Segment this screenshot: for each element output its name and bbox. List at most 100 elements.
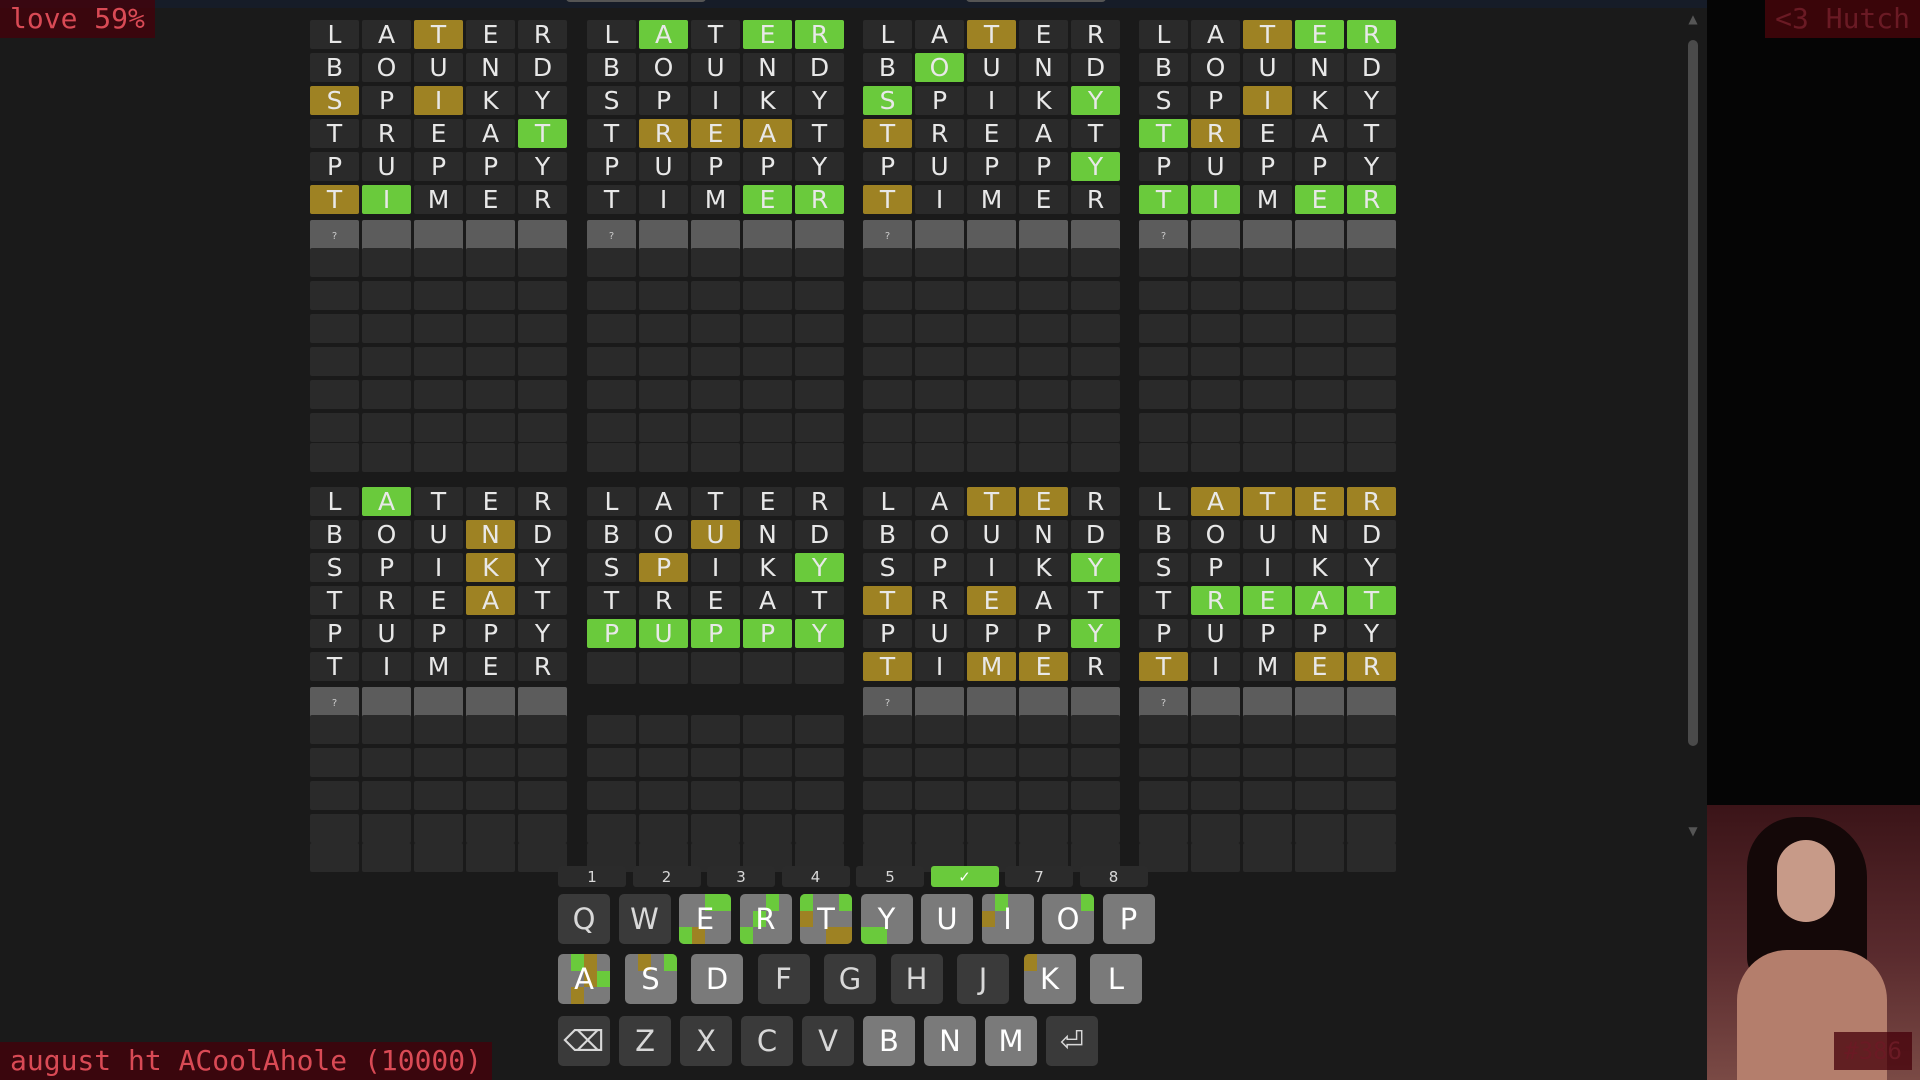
board-5-cell: K: [466, 553, 515, 582]
board-2-empty-cell: [795, 347, 844, 376]
board-2-cell: P: [587, 152, 636, 181]
board-4-empty-cell: [1139, 443, 1188, 472]
key-x[interactable]: X: [680, 1016, 732, 1066]
board-5-cell: I: [414, 553, 463, 582]
board-6-cell: L: [587, 487, 636, 516]
board-2-cell: R: [795, 20, 844, 49]
board-6-cell: S: [587, 553, 636, 582]
board-6-cell: N: [743, 520, 792, 549]
board-7-cell: R: [915, 586, 964, 615]
scroll-up-arrow-icon[interactable]: ▲: [1685, 12, 1701, 30]
board-1-cell: M: [414, 185, 463, 214]
scroll-thumb[interactable]: [1688, 40, 1698, 746]
key-y[interactable]: Y: [860, 894, 913, 944]
board-2-empty-cell: [795, 380, 844, 409]
board-2-cell: E: [743, 20, 792, 49]
board-2-empty-cell: [587, 347, 636, 376]
backspace-key[interactable]: ⌫: [558, 1016, 610, 1066]
key-g[interactable]: G: [824, 954, 876, 1004]
board-5-empty-cell: [414, 748, 463, 777]
board-5-cell: R: [518, 487, 567, 516]
board-tab-5[interactable]: 5: [856, 866, 924, 887]
key-state-segment: [1081, 894, 1094, 911]
key-f[interactable]: F: [757, 954, 810, 1004]
board-2-empty-cell: [795, 413, 844, 442]
board-2-empty-cell: [587, 248, 636, 277]
board-8-cell: U: [1243, 520, 1292, 549]
board-1-cell: A: [362, 20, 411, 49]
board-2-empty-cell: [639, 281, 688, 310]
board-2-empty-cell: [795, 443, 844, 472]
board-4-cell: E: [1295, 20, 1344, 49]
board-5-cell: R: [362, 586, 411, 615]
board-8-cell: R: [1347, 487, 1396, 516]
key-z[interactable]: Z: [619, 1016, 671, 1066]
key-h[interactable]: H: [890, 954, 943, 1004]
key-r[interactable]: R: [739, 894, 792, 944]
key-u[interactable]: U: [921, 894, 973, 944]
scrollbar[interactable]: ▲ ▼: [1685, 12, 1701, 842]
board-tab-2[interactable]: 2: [632, 866, 701, 887]
board-3-empty-cell: [967, 281, 1016, 310]
key-v[interactable]: V: [802, 1016, 854, 1066]
board-1-empty-cell: [518, 281, 567, 310]
board-4-empty-cell: [1347, 380, 1396, 409]
key-a[interactable]: A: [558, 954, 610, 1004]
board-3-empty-cell: [967, 443, 1016, 472]
board-4-empty-cell: [1295, 443, 1344, 472]
board-5-cell: T: [310, 586, 359, 615]
board-1-empty-cell: [466, 413, 515, 442]
board-5-cell: P: [310, 619, 359, 648]
board-tab-1[interactable]: 1: [558, 866, 626, 887]
key-e[interactable]: E: [679, 894, 731, 944]
board-3-cell: P: [915, 86, 964, 115]
key-k[interactable]: K: [1023, 954, 1076, 1004]
board-4-empty-cell: [1139, 380, 1188, 409]
board-3-cell: U: [967, 53, 1016, 82]
key-s[interactable]: S: [624, 954, 677, 1004]
board-tab-8[interactable]: 8: [1079, 866, 1148, 887]
key-b[interactable]: B: [863, 1016, 915, 1066]
board-7-empty-cell: [915, 781, 964, 810]
key-j[interactable]: J: [957, 954, 1009, 1004]
key-q-label: Q: [572, 902, 596, 936]
key-i[interactable]: I: [981, 894, 1034, 944]
board-8-empty-cell: [1191, 715, 1240, 744]
key-d[interactable]: D: [691, 954, 743, 1004]
board-8-cell: E: [1243, 586, 1292, 615]
board-8-empty-cell: [1243, 843, 1292, 872]
board-tab-4[interactable]: 4: [781, 866, 850, 887]
key-w[interactable]: W: [618, 894, 671, 944]
key-t[interactable]: T: [800, 894, 852, 944]
board-tab-3[interactable]: 3: [707, 866, 775, 887]
key-o[interactable]: O: [1042, 894, 1094, 944]
board-3-empty-cell: [915, 248, 964, 277]
board-8-cell: P: [1191, 553, 1240, 582]
board-8-empty-cell: [1191, 781, 1240, 810]
board-2-empty-cell: [587, 380, 636, 409]
key-l[interactable]: L: [1090, 954, 1142, 1004]
board-1-empty-cell: [414, 248, 463, 277]
board-6-cell: E: [743, 487, 792, 516]
key-p[interactable]: P: [1102, 894, 1155, 944]
key-m[interactable]: M: [985, 1016, 1037, 1066]
board-8-cell: O: [1191, 520, 1240, 549]
key-state-segment: [718, 894, 731, 911]
board-1-empty-cell: [414, 281, 463, 310]
board-5-empty-cell: [518, 781, 567, 810]
key-c[interactable]: C: [741, 1016, 793, 1066]
key-q[interactable]: Q: [558, 894, 610, 944]
enter-key[interactable]: ⏎: [1046, 1016, 1098, 1066]
board-tab-7[interactable]: 7: [1005, 866, 1073, 887]
board-2-empty-cell: [743, 413, 792, 442]
board-7-empty-cell: [967, 748, 1016, 777]
board-5-cell: Y: [518, 619, 567, 648]
scroll-down-arrow-icon[interactable]: ▼: [1685, 824, 1701, 842]
board-tab-6[interactable]: ✓: [930, 866, 999, 887]
key-n[interactable]: N: [924, 1016, 976, 1066]
board-8-cell: E: [1295, 487, 1344, 516]
board-1-empty-cell: [466, 248, 515, 277]
key-d-label: D: [705, 962, 729, 996]
board-4-cell: O: [1191, 53, 1240, 82]
board-4-empty-cell: [1191, 347, 1240, 376]
